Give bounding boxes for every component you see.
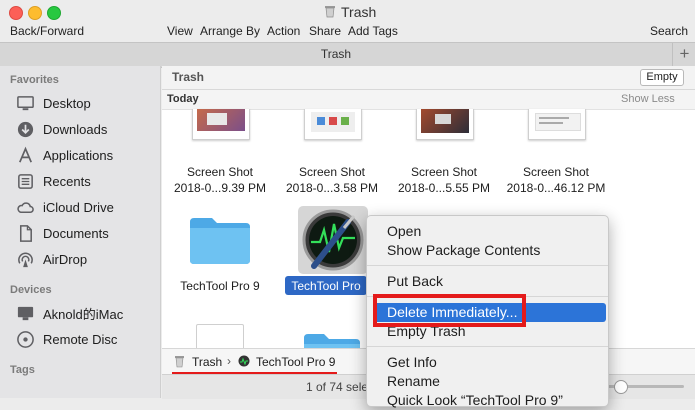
action-button[interactable]: Action xyxy=(267,24,300,38)
downloads-icon xyxy=(17,121,34,137)
path-crumb-trash[interactable]: Trash xyxy=(192,355,222,369)
menu-item-open[interactable]: Open xyxy=(367,222,608,241)
desktop-icon xyxy=(17,95,34,110)
file-name-detail: 2018-0...5.55 PM xyxy=(397,181,491,195)
zoom-window-button[interactable] xyxy=(47,6,61,20)
empty-trash-button[interactable]: Empty xyxy=(640,69,684,86)
path-separator: › xyxy=(227,354,231,368)
sidebar-item-downloads[interactable]: Downloads xyxy=(16,118,156,140)
recents-icon xyxy=(18,173,33,189)
section-header: Today Show Less xyxy=(162,90,695,110)
window-title: Trash xyxy=(341,4,377,20)
trash-icon xyxy=(324,4,336,18)
sidebar-item-label: Downloads xyxy=(43,121,108,137)
location-header: Trash Empty xyxy=(162,66,695,90)
sidebar-item-remote-disc[interactable]: Remote Disc xyxy=(16,328,156,350)
tab-bar: Trash + xyxy=(0,42,695,68)
icon-size-slider-handle[interactable] xyxy=(614,380,628,394)
sidebar-item-imac[interactable]: Aknold的iMac xyxy=(16,302,156,324)
sidebar-item-label: AirDrop xyxy=(43,251,88,267)
sidebar-item-label: Aknold的iMac xyxy=(43,306,124,322)
techtool-app-icon xyxy=(238,355,250,367)
new-tab-button[interactable]: + xyxy=(672,43,695,67)
screenshot-thumbnail[interactable] xyxy=(304,109,362,140)
file-name-detail: 2018-0...46.12 PM xyxy=(506,181,606,195)
file-name: Screen Shot xyxy=(410,165,478,179)
sidebar-item-label: Recents xyxy=(43,173,91,189)
devices-header: Devices xyxy=(10,284,52,296)
trash-icon xyxy=(175,356,184,368)
status-text: 1 of 74 sele xyxy=(306,380,369,394)
sidebar-item-recents[interactable]: Recents xyxy=(16,170,156,192)
screenshot-thumbnail[interactable] xyxy=(192,109,250,140)
folder-name[interactable]: TechTool Pro 9 xyxy=(164,279,276,293)
favorites-header: Favorites xyxy=(10,74,59,86)
sidebar-item-label: Desktop xyxy=(43,95,91,111)
menu-item-put-back[interactable]: Put Back xyxy=(367,272,608,291)
path-crumb-techtool[interactable]: TechTool Pro 9 xyxy=(256,355,335,369)
app-name[interactable]: TechTool Pro xyxy=(285,279,367,293)
screenshot-thumbnail[interactable] xyxy=(528,109,586,140)
section-title: Today xyxy=(167,93,199,105)
show-less-button[interactable]: Show Less xyxy=(621,93,675,105)
sidebar-item-label: Remote Disc xyxy=(43,331,118,347)
folder-icon[interactable] xyxy=(188,214,252,266)
annotation-highlight-box xyxy=(373,294,526,327)
file-name: Screen Shot xyxy=(186,165,254,179)
sidebar-item-airdrop[interactable]: AirDrop xyxy=(16,248,156,270)
file-name-detail: 2018-0...9.39 PM xyxy=(173,181,267,195)
file-name: Screen Shot xyxy=(298,165,366,179)
tab-trash[interactable]: Trash xyxy=(0,47,672,61)
disc-icon xyxy=(17,330,34,348)
search-button[interactable]: Search xyxy=(650,24,688,38)
back-forward-button[interactable]: Back/Forward xyxy=(10,24,84,38)
tags-header: Tags xyxy=(10,364,35,376)
imac-icon xyxy=(17,306,34,320)
airdrop-icon xyxy=(18,251,33,267)
arrange-by-button[interactable]: Arrange By xyxy=(200,24,260,38)
menu-item-quick-look[interactable]: Quick Look “TechTool Pro 9” xyxy=(367,391,608,410)
file-name: Screen Shot xyxy=(522,165,590,179)
window-titlebar: Trash Back/Forward View Arrange By Actio… xyxy=(0,0,695,42)
menu-separator xyxy=(367,346,608,347)
location-title: Trash xyxy=(172,70,205,84)
techtool-app-icon[interactable] xyxy=(300,208,366,272)
add-tags-button[interactable]: Add Tags xyxy=(348,24,398,38)
minimize-window-button[interactable] xyxy=(28,6,42,20)
menu-separator xyxy=(367,265,608,266)
close-window-button[interactable] xyxy=(9,6,23,20)
view-button[interactable]: View xyxy=(167,24,193,38)
sidebar-item-label: Documents xyxy=(43,225,109,241)
cloud-icon xyxy=(17,201,34,213)
documents-icon xyxy=(19,224,32,242)
sidebar-item-documents[interactable]: Documents xyxy=(16,222,156,244)
sidebar-item-icloud[interactable]: iCloud Drive xyxy=(16,196,156,218)
menu-item-rename[interactable]: Rename xyxy=(367,372,608,391)
sidebar: Favorites Desktop Downloads Applications… xyxy=(0,66,161,398)
sidebar-item-label: Applications xyxy=(43,147,114,163)
file-name-detail: 2018-0...3.58 PM xyxy=(285,181,379,195)
share-button[interactable]: Share xyxy=(309,24,341,38)
sidebar-item-label: iCloud Drive xyxy=(43,199,114,215)
sidebar-item-desktop[interactable]: Desktop xyxy=(16,92,156,114)
menu-item-get-info[interactable]: Get Info xyxy=(367,353,608,372)
screenshot-thumbnail[interactable] xyxy=(416,109,474,140)
sidebar-item-applications[interactable]: Applications xyxy=(16,144,156,166)
applications-icon xyxy=(19,146,32,162)
menu-item-show-package-contents[interactable]: Show Package Contents xyxy=(367,241,608,260)
